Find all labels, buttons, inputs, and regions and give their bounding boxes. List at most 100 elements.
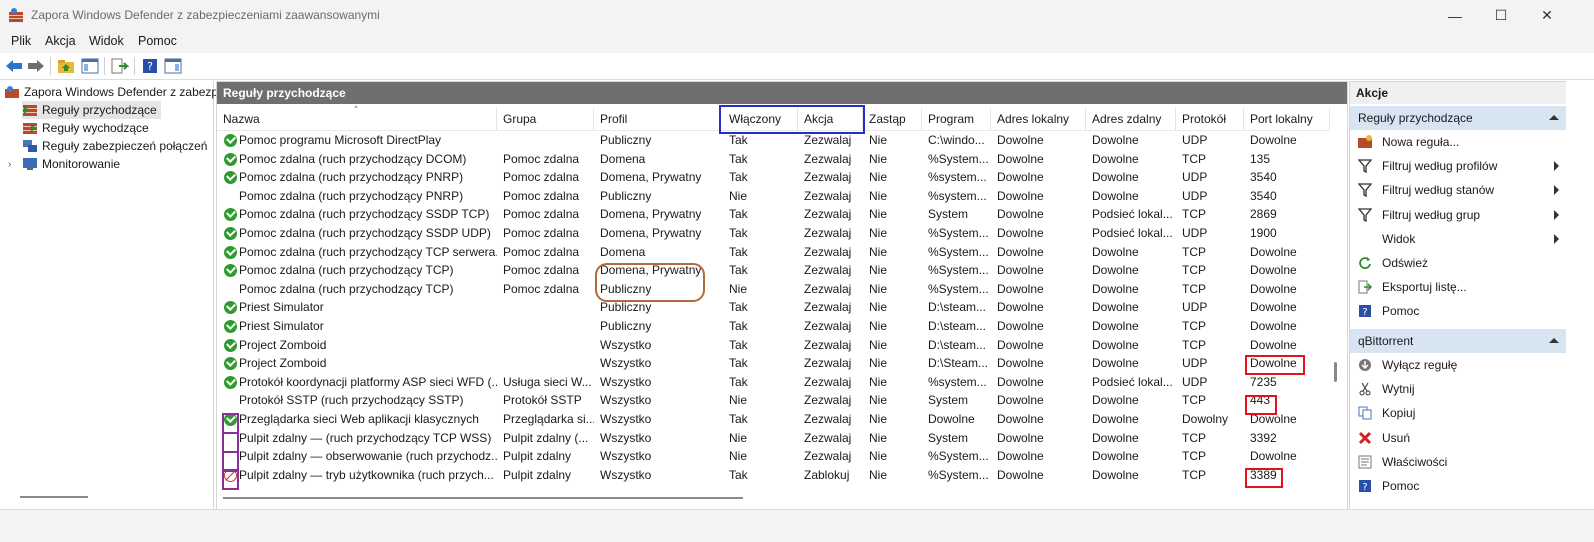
table-row[interactable]: Przeglądarka sieci Web aplikacji klasycz… xyxy=(217,410,1330,429)
cell-program: %system... xyxy=(928,170,987,185)
actions-section-qbittorrent[interactable]: qBittorrent xyxy=(1350,329,1567,353)
toolbar-separator xyxy=(50,57,51,75)
table-row[interactable]: Priest Simulator Publiczny Tak Zezwalaj Nie D… xyxy=(217,298,1330,317)
cell-action: Zezwalaj xyxy=(804,151,852,166)
horizontal-scrollbar-thumb[interactable] xyxy=(223,497,743,499)
action-item[interactable]: Wyłącz regułę xyxy=(1350,353,1567,377)
chevron-right-icon[interactable]: › xyxy=(8,159,18,170)
action-item[interactable]: Filtruj według stanów xyxy=(1350,178,1567,202)
tree-item-inbound-rules[interactable]: Reguły przychodzące xyxy=(22,101,161,119)
table-row[interactable]: Protokół koordynacji platformy ASP sieci… xyxy=(217,373,1330,392)
cell-override: Nie xyxy=(869,449,888,464)
actions-section-inbound-rules[interactable]: Reguły przychodzące xyxy=(1350,106,1567,130)
column-header-local-port[interactable]: Port lokalny xyxy=(1244,108,1330,130)
table-row[interactable]: Pulpit zdalny — (ruch przychodzący TCP W… xyxy=(217,429,1330,448)
action-item[interactable]: Filtruj według profilów xyxy=(1350,154,1567,178)
tree-item-outbound-rules[interactable]: Reguły wychodzące xyxy=(22,119,149,137)
cell-action: Zezwalaj xyxy=(804,356,852,371)
right-scroll-area xyxy=(1566,81,1594,509)
cell-program: Dowolne xyxy=(928,412,975,426)
tree-horizontal-scrollbar[interactable] xyxy=(20,496,88,498)
cell-program: %System... xyxy=(928,263,989,278)
tree-root[interactable]: Zapora Windows Defender z zabezp xyxy=(4,83,218,101)
tree-item-connection-security-rules[interactable]: Reguły zabezpieczeń połączeń xyxy=(22,137,207,155)
action-item[interactable]: Nowa reguła... xyxy=(1350,130,1567,154)
cell-profile: Domena, Prywatny xyxy=(600,170,702,185)
vertical-scrollbar-thumb[interactable] xyxy=(1334,362,1337,382)
table-row[interactable]: Project Zomboid Wszystko Tak Zezwalaj Nie D:\… xyxy=(217,336,1330,355)
title-bar: Zapora Windows Defender z zabezpieczenia… xyxy=(0,0,1594,31)
action-item[interactable]: ? Pomoc xyxy=(1350,474,1567,498)
copy-icon xyxy=(1357,405,1373,421)
collapse-caret-icon[interactable] xyxy=(1549,115,1559,120)
table-row[interactable]: Pomoc zdalna (ruch przychodzący SSDP TCP… xyxy=(217,205,1330,224)
table-row[interactable]: Project Zomboid Wszystko Tak Zezwalaj Nie D:\… xyxy=(217,354,1330,373)
table-row[interactable]: Priest Simulator Publiczny Tak Zezwalaj Nie D… xyxy=(217,317,1330,336)
column-header-remote-address[interactable]: Adres zdalny xyxy=(1086,108,1176,130)
back-arrow-icon[interactable] xyxy=(4,56,24,76)
cell-profile: Wszystko xyxy=(600,430,652,445)
cell-remote: Dowolne xyxy=(1092,170,1139,185)
cell-local: Dowolne xyxy=(997,281,1044,296)
table-row[interactable]: Pomoc zdalna (ruch przychodzący SSDP UDP… xyxy=(217,224,1330,243)
menu-help[interactable]: Pomoc xyxy=(138,34,177,48)
forward-arrow-icon[interactable] xyxy=(26,56,46,76)
maximize-button[interactable]: ☐ xyxy=(1478,0,1524,31)
action-item[interactable]: ? Pomoc xyxy=(1350,299,1567,323)
cell-remote: Dowolne xyxy=(1092,449,1139,464)
action-item[interactable]: Kopiuj xyxy=(1350,401,1567,425)
table-row[interactable]: Pulpit zdalny — obserwowanie (ruch przyc… xyxy=(217,447,1330,466)
cell-action: Zezwalaj xyxy=(804,319,852,333)
cell-override: Nie xyxy=(869,207,888,222)
table-row[interactable]: Pomoc zdalna (ruch przychodzący PNRP) Pom… xyxy=(217,187,1330,206)
table-row[interactable]: Pomoc zdalna (ruch przychodzący TCP) Pomo… xyxy=(217,280,1330,299)
column-header-protocol[interactable]: Protokół xyxy=(1176,108,1244,130)
action-label: Filtruj według stanów xyxy=(1382,183,1495,198)
cell-protocol: TCP xyxy=(1182,151,1206,166)
menu-action[interactable]: Akcja xyxy=(45,34,76,48)
show-hide-tree-icon[interactable] xyxy=(80,56,100,76)
menu-view[interactable]: Widok xyxy=(89,34,124,48)
cell-local: Dowolne xyxy=(997,170,1044,185)
cell-group: Pulpit zdalny xyxy=(503,467,572,482)
column-header-override[interactable]: Zastąp xyxy=(863,108,922,130)
show-hide-actions-icon[interactable] xyxy=(163,56,183,76)
action-item[interactable]: Eksportuj listę... xyxy=(1350,275,1567,299)
tree-item-monitoring[interactable]: › Monitorowanie xyxy=(8,155,120,173)
action-item[interactable]: Właściwości xyxy=(1350,450,1567,474)
column-header-group[interactable]: Grupa xyxy=(497,108,594,130)
action-item[interactable]: Odśwież xyxy=(1350,251,1567,275)
cell-port: 135 xyxy=(1250,151,1271,166)
cell-local: Dowolne xyxy=(997,393,1044,408)
column-header-local-address[interactable]: Adres lokalny xyxy=(991,108,1086,130)
action-item[interactable]: Wytnij xyxy=(1350,377,1567,401)
table-row[interactable]: Protokół SSTP (ruch przychodzący SSTP) Pr… xyxy=(217,391,1330,410)
help-icon: ? xyxy=(1357,303,1373,319)
minimize-button[interactable]: — xyxy=(1432,0,1478,31)
cell-name: Pomoc zdalna (ruch przychodzący PNRP) xyxy=(239,188,464,203)
cell-action: Zezwalaj xyxy=(804,226,852,240)
close-button[interactable]: ✕ xyxy=(1524,0,1570,31)
action-item[interactable]: Usuń xyxy=(1350,426,1567,450)
action-item[interactable]: Widok xyxy=(1350,227,1567,251)
action-label: Widok xyxy=(1382,231,1416,246)
table-row[interactable]: Pomoc zdalna (ruch przychodzący TCP) Pomo… xyxy=(217,261,1330,280)
table-row[interactable]: Pomoc zdalna (ruch przychodzący TCP serw… xyxy=(217,243,1330,262)
table-row[interactable]: Pulpit zdalny — tryb użytkownika (ruch p… xyxy=(217,466,1330,485)
cell-remote: Dowolne xyxy=(1092,467,1139,482)
action-item[interactable]: Filtruj według grup xyxy=(1350,203,1567,227)
column-header-profile[interactable]: Profil xyxy=(594,108,720,130)
up-folder-icon[interactable] xyxy=(56,56,76,76)
collapse-caret-icon[interactable] xyxy=(1549,338,1559,343)
table-row[interactable]: Pomoc zdalna (ruch przychodzący DCOM) Pom… xyxy=(217,150,1330,169)
cell-override: Nie xyxy=(869,337,888,352)
help-book-icon[interactable]: ? xyxy=(140,56,160,76)
export-icon xyxy=(1357,279,1373,295)
table-row[interactable]: Pomoc zdalna (ruch przychodzący PNRP) Pom… xyxy=(217,168,1330,187)
menu-file[interactable]: Plik xyxy=(11,34,31,48)
column-header-name[interactable]: Nazwa xyxy=(217,108,497,130)
cell-enabled: Nie xyxy=(729,188,748,203)
export-list-icon[interactable] xyxy=(110,56,130,76)
cell-group: Usługa sieci W... xyxy=(503,374,592,389)
column-header-program[interactable]: Program xyxy=(922,108,991,130)
